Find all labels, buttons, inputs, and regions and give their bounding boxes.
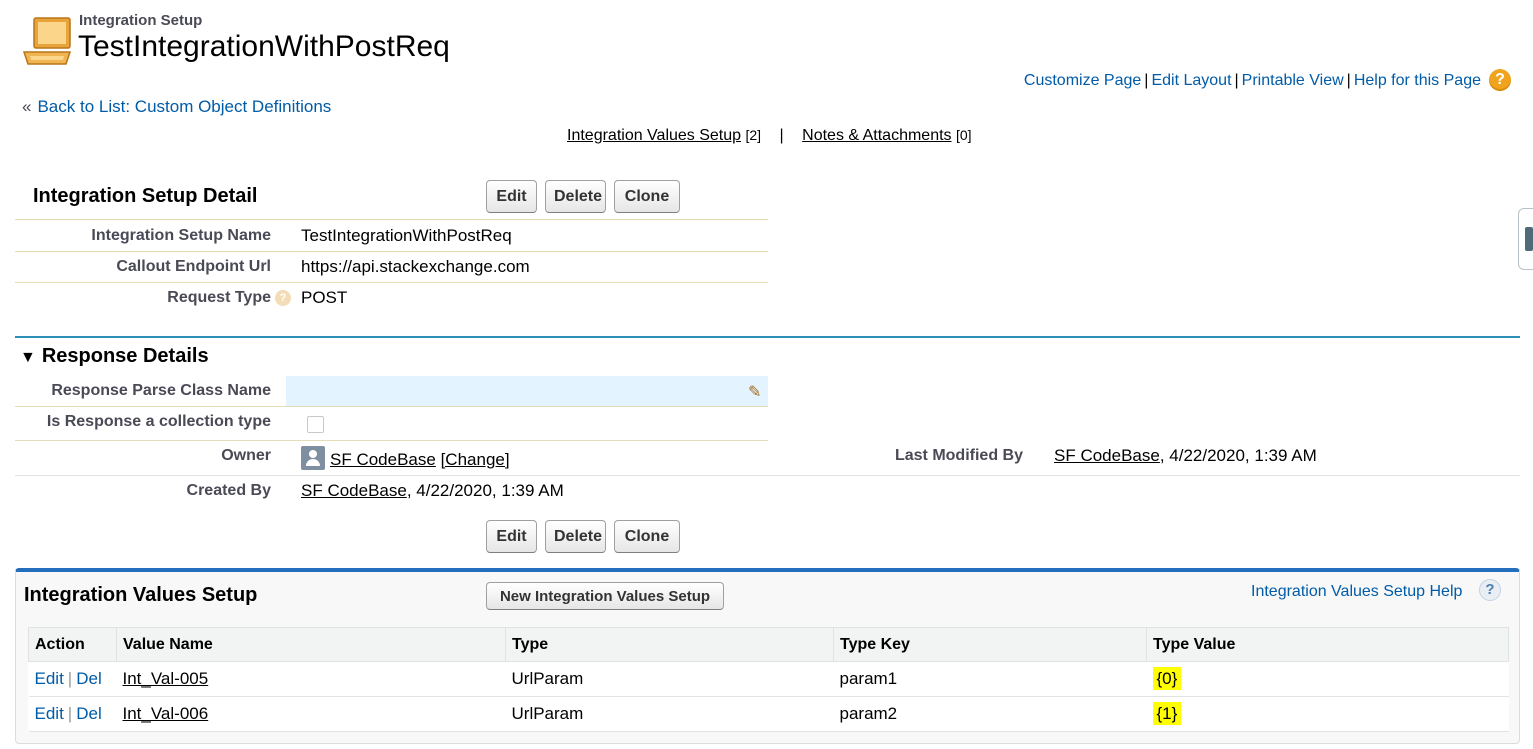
action-cell: Edit | Del — [28, 661, 117, 697]
delete-button[interactable]: Delete — [545, 180, 606, 213]
side-tab-handle-icon — [1525, 227, 1533, 251]
integration-values-table: Action Value Name Type Type Key Type Val… — [28, 627, 1509, 732]
link-separator: | — [1144, 72, 1149, 89]
divider — [15, 282, 768, 283]
notes-attachments-link[interactable]: Notes & Attachments — [802, 127, 951, 144]
edit-layout-link[interactable]: Edit Layout — [1151, 72, 1231, 89]
owner-value: SF CodeBase [Change] — [330, 450, 510, 470]
clone-button[interactable]: Clone — [614, 180, 680, 213]
last-modified-user-link[interactable]: SF CodeBase — [1054, 446, 1160, 465]
created-by-value: SF CodeBase, 4/22/2020, 1:39 AM — [301, 481, 564, 501]
last-modified-value: SF CodeBase, 4/22/2020, 1:39 AM — [1054, 446, 1317, 466]
notes-attachments-count: [0] — [956, 127, 972, 143]
field-label: Request Type — [167, 289, 271, 306]
field-label: Response Parse Class Name — [51, 382, 271, 399]
divider — [15, 406, 768, 407]
page-title: TestIntegrationWithPostReq — [78, 30, 450, 63]
table-row: Edit | Del Int_Val-006 UrlParam param2 {1} — [28, 696, 1509, 732]
divider — [15, 251, 768, 252]
link-separator: | — [779, 127, 784, 144]
field-label: Created By — [186, 482, 271, 499]
printable-view-link[interactable]: Printable View — [1242, 72, 1344, 89]
integration-values-count: [2] — [745, 127, 762, 143]
side-panel-tab[interactable] — [1518, 208, 1533, 270]
type-key-cell: param1 — [833, 661, 1147, 697]
response-section-title: Response Details — [41, 345, 209, 367]
column-header[interactable]: Type Key — [833, 627, 1147, 662]
section-divider — [15, 336, 1520, 338]
detail-section-title: Integration Setup Detail — [33, 185, 258, 207]
column-header: Action — [28, 627, 117, 662]
pencil-icon[interactable]: ✎ — [748, 382, 761, 402]
divider — [15, 219, 768, 220]
field-label: Owner — [221, 447, 271, 464]
created-date: , 4/22/2020, 1:39 AM — [406, 481, 564, 500]
help-for-page-link[interactable]: Help for this Page — [1354, 72, 1481, 89]
value-name-link[interactable]: Int_Val-006 — [123, 704, 209, 723]
link-separator: | — [1234, 72, 1239, 89]
related-list-title: Integration Values Setup — [24, 584, 258, 606]
integration-values-setup-link[interactable]: Integration Values Setup — [567, 127, 741, 144]
help-icon[interactable]: ? — [1489, 69, 1511, 91]
row-delete-link[interactable]: Del — [76, 704, 102, 723]
integration-setup-name-value: TestIntegrationWithPostReq — [301, 226, 512, 245]
last-modified-date: , 4/22/2020, 1:39 AM — [1159, 446, 1317, 465]
highlighted-value: {0} — [1152, 667, 1182, 690]
clone-button-bottom[interactable]: Clone — [614, 520, 680, 553]
row-edit-link[interactable]: Edit — [35, 704, 64, 723]
back-arrow-icon: « — [22, 97, 32, 116]
owner-link[interactable]: SF CodeBase — [330, 450, 436, 469]
action-cell: Edit | Del — [28, 696, 117, 732]
field-label: Callout Endpoint Url — [116, 258, 271, 275]
field-label: Last Modified By — [894, 447, 1023, 464]
help-icon[interactable]: ? — [1479, 579, 1501, 601]
related-list-hover-links: Integration Values Setup [2] | Notes & A… — [567, 127, 972, 145]
type-value-cell: {1} — [1146, 696, 1509, 732]
column-header[interactable]: Value Name — [116, 627, 506, 662]
response-parse-class-field[interactable] — [286, 376, 768, 406]
column-header[interactable]: Type Value — [1146, 627, 1509, 662]
back-to-list-link[interactable]: Back to List: Custom Object Definitions — [37, 97, 331, 116]
callout-endpoint-value: https://api.stackexchange.com — [301, 257, 530, 276]
created-by-user-link[interactable]: SF CodeBase — [301, 481, 407, 500]
change-owner-link[interactable]: [Change] — [441, 450, 510, 469]
page-links: Customize Page | Edit Layout | Printable Vie… — [1024, 72, 1481, 90]
edit-button-bottom[interactable]: Edit — [486, 520, 537, 553]
type-cell: UrlParam — [505, 696, 834, 732]
related-list-help-link[interactable]: Integration Values Setup Help — [1251, 583, 1462, 601]
value-name-link[interactable]: Int_Val-005 — [123, 669, 209, 688]
divider — [15, 475, 1520, 476]
field-label: Integration Setup Name — [91, 227, 271, 244]
edit-button[interactable]: Edit — [486, 180, 537, 213]
highlighted-value: {1} — [1152, 702, 1182, 725]
help-bubble-icon[interactable]: ? — [275, 289, 291, 306]
collection-type-checkbox[interactable] — [307, 416, 324, 433]
request-type-value: POST — [301, 288, 348, 307]
type-cell: UrlParam — [505, 661, 834, 697]
row-delete-link[interactable]: Del — [76, 669, 102, 688]
request-type-label-wrap: Request Type? — [0, 289, 291, 307]
response-section-header[interactable]: ▼ Response Details — [20, 345, 209, 368]
customize-page-link[interactable]: Customize Page — [1024, 72, 1141, 89]
delete-button-bottom[interactable]: Delete — [545, 520, 606, 553]
type-key-cell: param2 — [833, 696, 1147, 732]
object-label: Integration Setup — [79, 12, 203, 29]
link-separator: | — [1346, 72, 1351, 89]
divider — [15, 440, 768, 441]
new-integration-values-button[interactable]: New Integration Values Setup — [486, 582, 724, 610]
type-value-cell: {0} — [1146, 661, 1509, 697]
breadcrumb: « Back to List: Custom Object Definitions — [22, 97, 331, 117]
value-name-cell: Int_Val-006 — [116, 696, 506, 732]
value-name-cell: Int_Val-005 — [116, 661, 506, 697]
collapse-triangle-icon[interactable]: ▼ — [20, 349, 36, 366]
row-edit-link[interactable]: Edit — [35, 669, 64, 688]
integration-setup-icon — [20, 14, 76, 70]
field-label: Is Response a collection type — [46, 413, 271, 430]
user-avatar-icon — [301, 446, 325, 470]
table-row: Edit | Del Int_Val-005 UrlParam param1 {0} — [28, 661, 1509, 697]
column-header[interactable]: Type — [505, 627, 834, 662]
